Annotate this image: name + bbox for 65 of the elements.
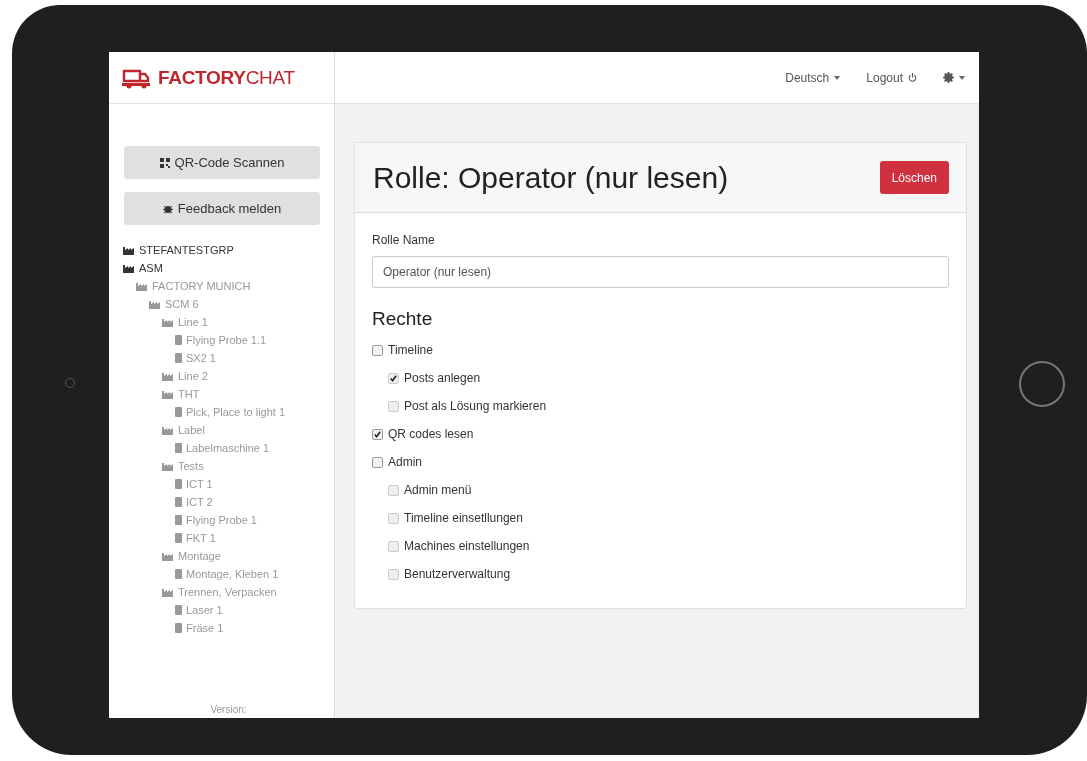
factory-icon <box>162 317 174 327</box>
factory-icon <box>123 263 135 273</box>
factory-icon <box>162 551 174 561</box>
checkbox[interactable] <box>372 344 383 356</box>
checkbox-label: Benutzerverwaltung <box>404 567 511 581</box>
home-button[interactable] <box>1019 361 1065 407</box>
bug-icon <box>162 203 173 214</box>
tree-item[interactable]: Line 2 <box>178 370 208 382</box>
version-label: Version: <box>209 704 248 717</box>
qr-scan-button[interactable]: QR-Code Scannen <box>124 146 320 179</box>
factory-icon <box>162 587 174 597</box>
tree-item[interactable]: Flying Probe 1.1 <box>186 334 267 346</box>
machine-icon <box>175 569 182 579</box>
factory-icon <box>162 371 174 381</box>
checkbox[interactable] <box>372 428 383 440</box>
tree-item[interactable]: Laser 1 <box>186 604 223 616</box>
tree-item[interactable]: Pick, Place to light 1 <box>186 406 286 418</box>
tree-item[interactable]: THT <box>178 388 200 400</box>
factory-icon <box>162 389 174 399</box>
machine-icon <box>175 443 182 453</box>
settings-icon <box>943 72 954 83</box>
checkbox-label: Machines einstellungen <box>404 539 530 553</box>
checkbox-label: Timeline <box>388 343 433 357</box>
tree-item[interactable]: Trennen, Verpacken <box>178 586 277 598</box>
tree-item[interactable]: Montage, Kleben 1 <box>186 568 279 580</box>
factory-icon <box>162 461 174 471</box>
checkbox-label: Timeline einsetllungen <box>404 511 523 525</box>
section-heading: Rechte <box>372 308 434 330</box>
field-label: Rolle Name <box>372 233 436 247</box>
tree-item[interactable]: ASM <box>139 262 163 274</box>
machine-icon <box>175 407 182 417</box>
tree-item[interactable]: FKT 1 <box>186 532 216 544</box>
settings-dropdown[interactable] <box>943 72 965 83</box>
tree-item[interactable]: SCM 6 <box>165 298 199 310</box>
factory-icon <box>162 425 174 435</box>
checkbox-label: Post als Lösung markieren <box>404 399 547 413</box>
tree-item[interactable]: SX2 1 <box>186 352 216 364</box>
feedback-button[interactable]: Feedback melden <box>124 192 320 225</box>
factory-icon <box>123 245 135 255</box>
checkbox[interactable] <box>372 456 383 468</box>
power-icon <box>908 73 917 82</box>
factory-icon <box>136 281 148 291</box>
language-dropdown[interactable]: Deutsch <box>785 70 841 85</box>
tree-item[interactable]: ICT 1 <box>186 478 213 490</box>
tree-item[interactable]: Line 1 <box>178 316 208 328</box>
tree-item[interactable]: ICT 2 <box>186 496 213 508</box>
tree-item[interactable]: Tests <box>178 460 204 472</box>
tree-item[interactable]: Label <box>178 424 205 436</box>
logo-text: FACTORYCHAT <box>158 66 295 89</box>
logout-link[interactable]: Logout <box>866 70 917 85</box>
qr-code-icon <box>159 157 170 168</box>
page-title: Rolle: Operator (nur lesen) <box>373 160 729 195</box>
checkbox-label: Admin <box>388 455 422 469</box>
checkbox-label: Posts anlegen <box>404 371 481 385</box>
tree-item[interactable]: Flying Probe 1 <box>186 514 257 526</box>
tree-item[interactable]: STEFANTESTGRP <box>139 244 234 256</box>
tree-item[interactable]: FACTORY MUNICH <box>152 280 251 292</box>
tree-item[interactable]: Fräse 1 <box>186 622 224 634</box>
factory-icon <box>149 299 161 309</box>
checkbox-label: QR codes lesen <box>388 427 474 441</box>
tree-item[interactable]: Labelmaschine 1 <box>186 442 270 454</box>
role-name-field[interactable]: Operator (nur lesen) <box>372 256 949 288</box>
checkbox-label: Admin menü <box>404 483 472 497</box>
delete-button[interactable]: Löschen <box>879 161 949 194</box>
tree-item[interactable]: Montage <box>178 550 221 562</box>
